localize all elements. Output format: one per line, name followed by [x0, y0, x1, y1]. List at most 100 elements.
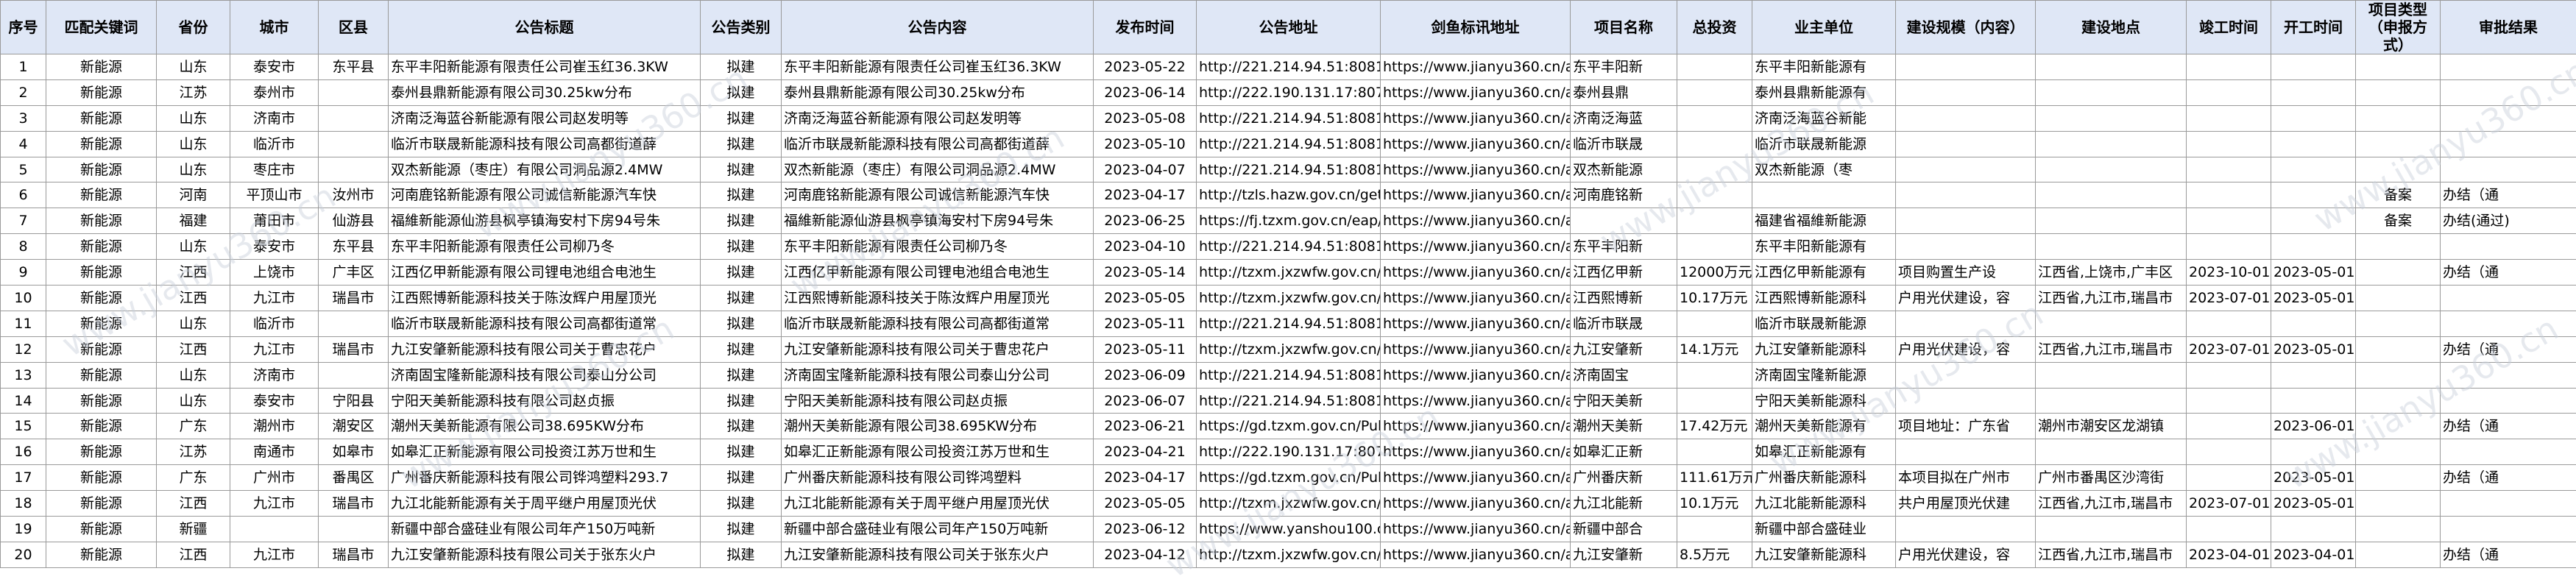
table-cell[interactable]: 河南鹿铭新能源有限公司诚信新能源汽车快	[782, 182, 1094, 208]
table-cell[interactable]: 新能源	[46, 414, 157, 439]
table-cell[interactable]: 瑞昌市	[319, 336, 389, 362]
table-cell[interactable]: 2023-06-12	[1094, 517, 1197, 542]
table-cell[interactable]: 瑞昌市	[319, 286, 389, 311]
table-cell[interactable]	[1677, 388, 1752, 414]
table-cell[interactable]: 临沂市	[230, 311, 319, 336]
table-cell[interactable]: http://222.190.131.17:8075/	[1197, 439, 1381, 465]
table-row[interactable]: 18新能源江西九江市瑞昌市九江北能新能源有关于周平继户用屋顶光伏拟建九江北能新能…	[1, 491, 2576, 517]
table-cell[interactable]	[2271, 234, 2356, 260]
table-cell[interactable]	[2036, 362, 2187, 388]
table-cell[interactable]: 10.1万元	[1677, 491, 1752, 517]
table-cell[interactable]: 临沂市联晟	[1571, 131, 1677, 157]
table-cell[interactable]: 新能源	[46, 491, 157, 517]
table-cell[interactable]: 济南泛海蓝谷新能源有限公司赵发明等	[782, 105, 1094, 131]
table-cell[interactable]: https://www.jianyu360.cn/ar	[1381, 414, 1571, 439]
table-cell[interactable]: 新能源	[46, 465, 157, 491]
table-cell[interactable]: 临沂市联晟新能源科技有限公司高都街道常	[389, 311, 701, 336]
column-header[interactable]: 总投资	[1677, 1, 1752, 54]
table-cell[interactable]	[2356, 54, 2441, 80]
table-cell[interactable]: 江西	[157, 491, 230, 517]
table-cell[interactable]: 九江安肇新能源科	[1752, 336, 1896, 362]
table-cell[interactable]: 20	[1, 542, 46, 567]
table-cell[interactable]: https://www.jianyu360.cn/ar	[1381, 362, 1571, 388]
table-cell[interactable]: 2023-07-01	[2187, 491, 2271, 517]
table-cell[interactable]	[2036, 54, 2187, 80]
table-cell[interactable]: 济南泛海蓝	[1571, 105, 1677, 131]
table-cell[interactable]: 11	[1, 311, 46, 336]
table-cell[interactable]: 2023-04-17	[1094, 465, 1197, 491]
table-row[interactable]: 9新能源江西上饶市广丰区江西亿甲新能源有限公司锂电池组合电池生拟建江西亿甲新能源…	[1, 260, 2576, 286]
table-row[interactable]: 1新能源山东泰安市东平县东平丰阳新能源有限责任公司崔玉红36.3KW拟建东平丰阳…	[1, 54, 2576, 80]
table-cell[interactable]: 河南鹿铭新能源有限公司诚信新能源汽车快	[389, 182, 701, 208]
table-cell[interactable]: 枣庄市	[230, 157, 319, 182]
table-cell[interactable]	[230, 517, 319, 542]
table-cell[interactable]: 山东	[157, 131, 230, 157]
table-cell[interactable]: 山东	[157, 234, 230, 260]
table-cell[interactable]	[319, 311, 389, 336]
table-cell[interactable]	[2441, 491, 2576, 517]
table-cell[interactable]: 新疆中部合盛硅业有限公司年产150万吨新	[782, 517, 1094, 542]
table-row[interactable]: 3新能源山东济南市济南泛海蓝谷新能源有限公司赵发明等拟建济南泛海蓝谷新能源有限公…	[1, 105, 2576, 131]
table-cell[interactable]	[2356, 439, 2441, 465]
table-cell[interactable]	[2441, 362, 2576, 388]
table-cell[interactable]	[1677, 157, 1752, 182]
table-cell[interactable]: 如皋汇正新能源有	[1752, 439, 1896, 465]
table-cell[interactable]: 拟建	[701, 260, 782, 286]
table-cell[interactable]: 2023-07-01	[2187, 336, 2271, 362]
table-cell[interactable]	[1677, 362, 1752, 388]
table-cell[interactable]	[2356, 131, 2441, 157]
table-cell[interactable]: 12	[1, 336, 46, 362]
table-cell[interactable]: 7	[1, 208, 46, 234]
table-cell[interactable]: http://222.190.131.17:8075/	[1197, 79, 1381, 105]
table-cell[interactable]: 九江市	[230, 336, 319, 362]
table-cell[interactable]: 拟建	[701, 105, 782, 131]
table-cell[interactable]	[1896, 182, 2036, 208]
table-cell[interactable]: 东平丰阳新能源有限责任公司崔玉红36.3KW	[389, 54, 701, 80]
table-cell[interactable]: 东平丰阳新	[1571, 234, 1677, 260]
table-cell[interactable]	[2441, 131, 2576, 157]
table-cell[interactable]	[2271, 388, 2356, 414]
table-cell[interactable]: 江西亿甲新能源有	[1752, 260, 1896, 286]
table-cell[interactable]	[1896, 311, 2036, 336]
column-header[interactable]: 审批结果	[2441, 1, 2576, 54]
table-cell[interactable]: 2023-05-08	[1094, 105, 1197, 131]
table-cell[interactable]: 办结（通	[2441, 260, 2576, 286]
table-row[interactable]: 8新能源山东泰安市东平县东平丰阳新能源有限责任公司柳乃冬拟建东平丰阳新能源有限责…	[1, 234, 2576, 260]
table-cell[interactable]: 江西熙博新	[1571, 286, 1677, 311]
table-cell[interactable]: 福建省福維新能源	[1752, 208, 1896, 234]
table-cell[interactable]: 本项目拟在广州市	[1896, 465, 2036, 491]
table-cell[interactable]: 东平丰阳新	[1571, 54, 1677, 80]
table-cell[interactable]: 户用光伏建设，容	[1896, 286, 2036, 311]
table-cell[interactable]	[1896, 517, 2036, 542]
table-cell[interactable]: 2023-05-22	[1094, 54, 1197, 80]
table-row[interactable]: 16新能源江苏南通市如皋市如皋汇正新能源有限公司投资江苏万世和生拟建如皋汇正新能…	[1, 439, 2576, 465]
table-cell[interactable]: 新能源	[46, 286, 157, 311]
table-cell[interactable]: 江西	[157, 286, 230, 311]
table-cell[interactable]	[1677, 208, 1752, 234]
table-cell[interactable]: 如皋汇正新能源有限公司投资江苏万世和生	[782, 439, 1094, 465]
column-header[interactable]: 省份	[157, 1, 230, 54]
table-cell[interactable]: 新能源	[46, 79, 157, 105]
table-cell[interactable]	[1677, 517, 1752, 542]
table-cell[interactable]: 平顶山市	[230, 182, 319, 208]
table-cell[interactable]: 拟建	[701, 542, 782, 567]
table-cell[interactable]: 南通市	[230, 439, 319, 465]
table-cell[interactable]	[1677, 234, 1752, 260]
table-cell[interactable]	[2441, 311, 2576, 336]
table-cell[interactable]: 2023-05-14	[1094, 260, 1197, 286]
table-cell[interactable]: 河南	[157, 182, 230, 208]
table-cell[interactable]: 江西熙博新能源科技关于陈汝辉户用屋顶光	[389, 286, 701, 311]
column-header[interactable]: 序号	[1, 1, 46, 54]
table-cell[interactable]: 2023-06-09	[1094, 362, 1197, 388]
table-cell[interactable]: 2023-05-01	[2271, 260, 2356, 286]
table-row[interactable]: 12新能源江西九江市瑞昌市九江安肇新能源科技有限公司关于曹忠花户拟建九江安肇新能…	[1, 336, 2576, 362]
table-cell[interactable]: 泰州县鼎新能源有限公司30.25kw分布	[389, 79, 701, 105]
table-cell[interactable]	[2271, 362, 2356, 388]
table-cell[interactable]: 15	[1, 414, 46, 439]
table-cell[interactable]	[2441, 517, 2576, 542]
table-cell[interactable]: 办结（通	[2441, 465, 2576, 491]
column-header[interactable]: 项目名称	[1571, 1, 1677, 54]
table-cell[interactable]: 2023-06-07	[1094, 388, 1197, 414]
table-cell[interactable]	[1896, 388, 2036, 414]
table-cell[interactable]	[2356, 542, 2441, 567]
